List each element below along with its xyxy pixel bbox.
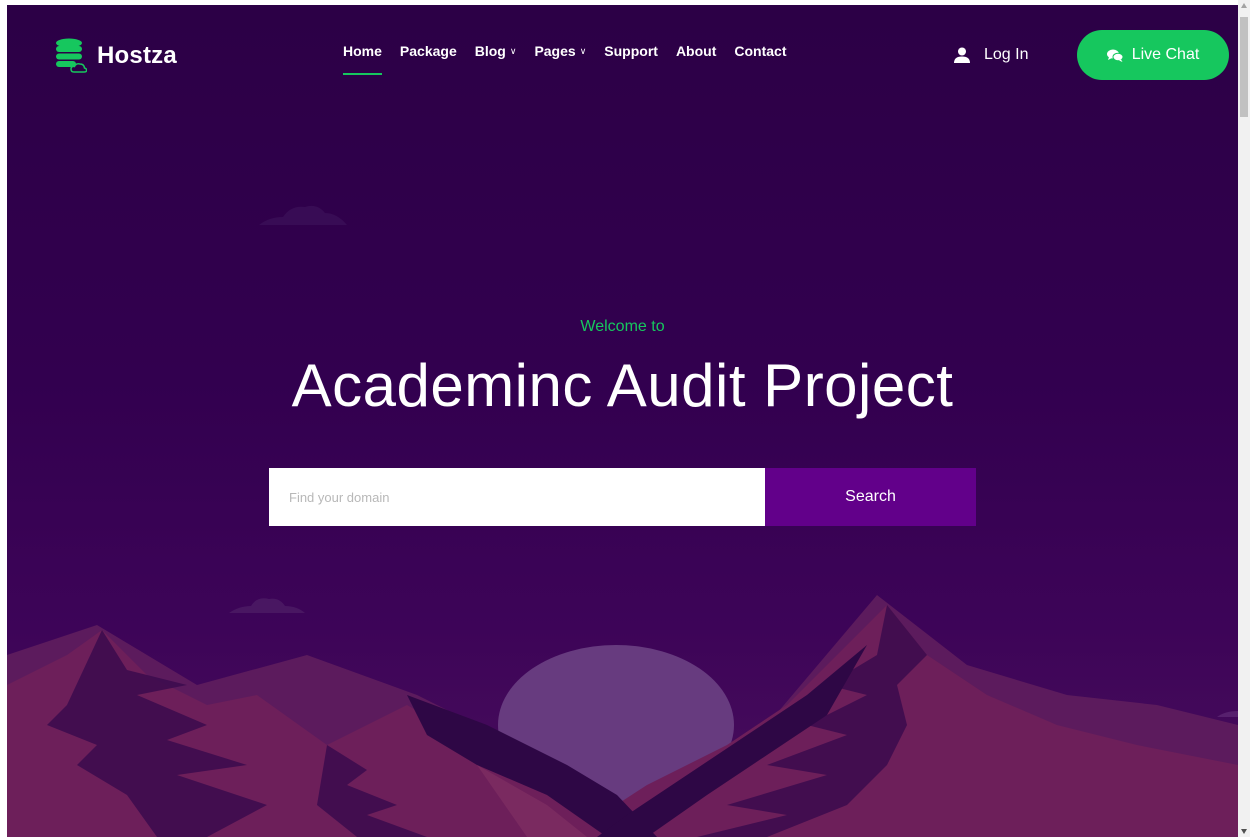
chevron-down-icon: ∨ bbox=[509, 45, 517, 56]
page-title: Academinc Audit Project bbox=[291, 352, 954, 419]
user-icon bbox=[954, 47, 970, 63]
brand-logo[interactable]: Hostza bbox=[55, 38, 177, 74]
nav-item-label: Support bbox=[604, 43, 658, 59]
nav-item-support[interactable]: Support bbox=[604, 43, 658, 59]
nav-item-label: Contact bbox=[734, 43, 787, 59]
chat-bubbles-icon bbox=[1106, 49, 1123, 62]
nav-item-about[interactable]: About bbox=[676, 43, 716, 59]
nav-item-label: Blog bbox=[474, 43, 506, 59]
scroll-up-icon[interactable] bbox=[1241, 3, 1247, 8]
nav-item-label: Home bbox=[343, 43, 382, 59]
domain-search-form: Search bbox=[269, 468, 976, 526]
nav-item-label: About bbox=[675, 43, 717, 59]
scroll-down-icon[interactable] bbox=[1241, 829, 1247, 834]
nav-item-blog[interactable]: Blog ∨ bbox=[475, 43, 517, 59]
nav-item-pages[interactable]: Pages ∨ bbox=[534, 43, 586, 59]
page-scrollbar[interactable] bbox=[1238, 0, 1250, 837]
login-label: Log In bbox=[984, 46, 1029, 63]
nav-item-contact[interactable]: Contact bbox=[734, 43, 786, 59]
mountain-scene-illustration bbox=[7, 205, 1238, 837]
nav-item-label: Pages bbox=[534, 43, 576, 59]
database-cloud-icon bbox=[56, 38, 87, 73]
cloud-shape bbox=[229, 598, 305, 613]
nav-item-package[interactable]: Package bbox=[400, 43, 457, 59]
hero-section: Hostza Home Package Blog ∨ Pages ∨ Support… bbox=[7, 5, 1238, 837]
live-chat-button[interactable]: Live Chat bbox=[1077, 30, 1229, 80]
brand-name: Hostza bbox=[97, 42, 177, 69]
search-button[interactable]: Search bbox=[765, 468, 976, 526]
main-nav: Home Package Blog ∨ Pages ∨ Support About … bbox=[343, 43, 805, 75]
live-chat-label: Live Chat bbox=[1131, 46, 1200, 63]
chevron-down-icon: ∨ bbox=[579, 45, 587, 56]
nav-item-home[interactable]: Home bbox=[343, 43, 382, 75]
login-link[interactable]: Log In bbox=[954, 46, 1028, 64]
cloud-shape bbox=[1217, 711, 1238, 717]
cloud-shape bbox=[259, 205, 347, 225]
scrollbar-thumb[interactable] bbox=[1240, 17, 1248, 117]
domain-search-input[interactable] bbox=[269, 468, 765, 526]
nav-item-label: Package bbox=[399, 43, 457, 59]
welcome-text: Welcome to bbox=[580, 318, 665, 335]
